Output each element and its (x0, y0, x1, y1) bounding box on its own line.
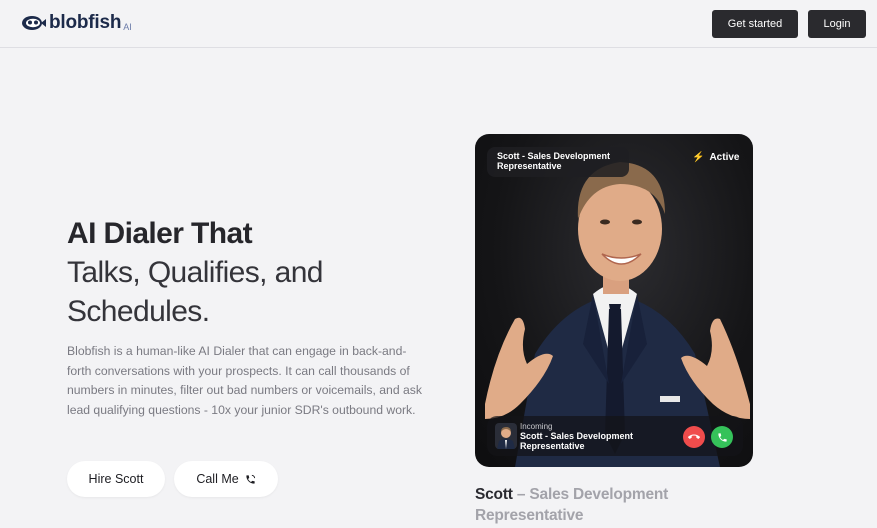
decline-call-button[interactable] (683, 426, 705, 448)
hero-description: Blobfish is a human-like AI Dialer that … (67, 344, 422, 417)
brand-suffix: AI (123, 21, 132, 32)
hero-title-line3: Schedules. (67, 295, 210, 328)
avatar (495, 423, 517, 449)
phone-accept-icon (717, 432, 727, 442)
incoming-label: Incoming (520, 422, 553, 431)
accept-call-button[interactable] (711, 426, 733, 448)
incoming-caller-name: Scott - Sales Development Representative (520, 431, 634, 451)
brand-name: blobfish (49, 12, 122, 33)
hero-title-line2: Talks, Qualifies, and (67, 256, 323, 289)
agent-caption: Scott – Sales Development Representative (475, 484, 735, 526)
hire-scott-label: Hire Scott (88, 472, 144, 486)
call-me-label: Call Me (196, 472, 239, 486)
caption-agent-name: Scott (475, 486, 513, 503)
get-started-button[interactable]: Get started (712, 10, 798, 38)
brand-logo[interactable]: blobfish AI (20, 12, 132, 34)
hire-scott-button[interactable]: Hire Scott (67, 461, 165, 497)
phone-hangup-icon (688, 434, 700, 439)
incoming-call-bar: Incoming Scott - Sales Development Repre… (487, 416, 743, 456)
bolt-icon: ⚡ (692, 152, 705, 163)
login-button[interactable]: Login (808, 10, 866, 38)
call-me-button[interactable]: Call Me (174, 461, 278, 497)
agent-name-chip: Scott - Sales Development Representative (487, 147, 629, 177)
top-navbar: blobfish AI Get started Login (0, 0, 877, 48)
phone-icon (246, 474, 255, 484)
avatar-image (497, 427, 515, 449)
status-label: Active (709, 152, 740, 163)
agent-video-card: Scott - Sales Development Representative… (475, 134, 753, 467)
status-badge: ⚡ Active (692, 152, 739, 163)
hero-title-line1: AI Dialer That (67, 217, 253, 250)
blobfish-logo-icon (22, 16, 46, 30)
hero-title: AI Dialer That Talks, Qualifies, and Sch… (67, 215, 323, 331)
